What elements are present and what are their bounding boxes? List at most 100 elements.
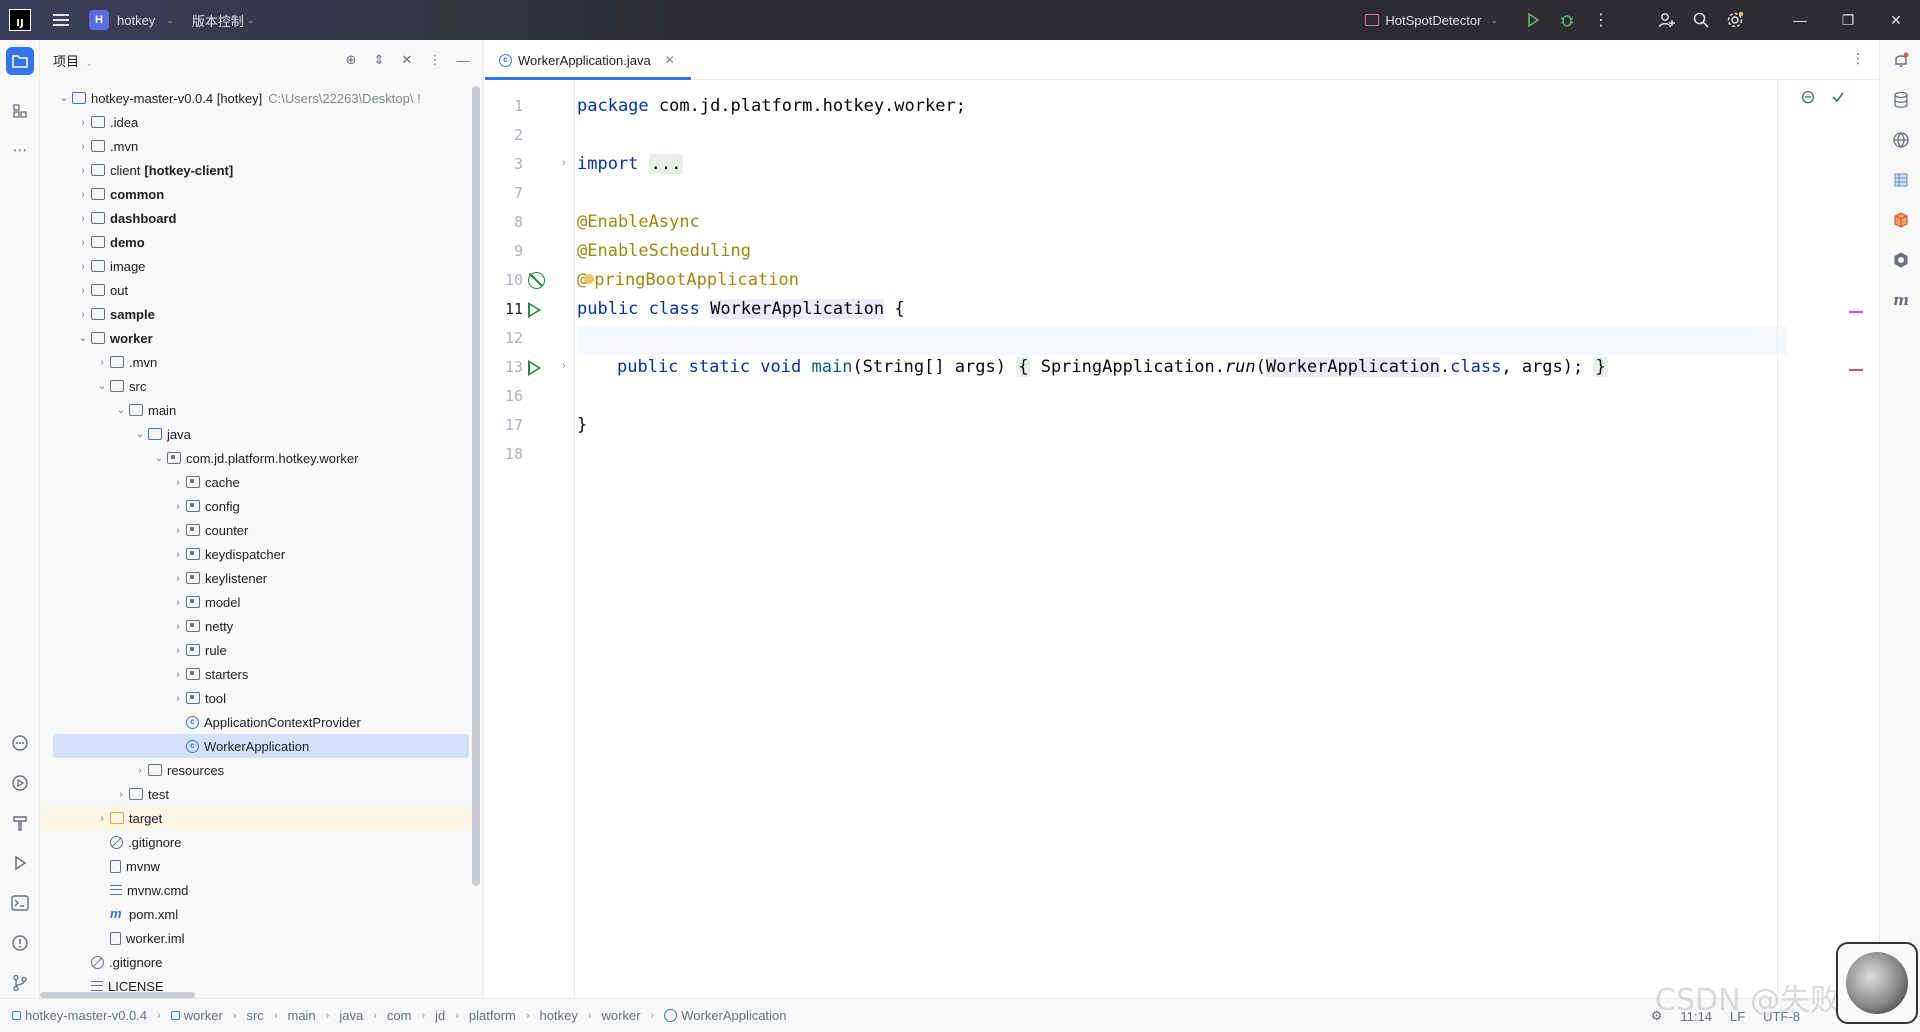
tree-item[interactable]: › netty bbox=[40, 614, 472, 638]
tree-item[interactable]: › keydispatcher bbox=[40, 542, 472, 566]
structure-tool-button[interactable] bbox=[6, 97, 34, 125]
chevron-right-icon[interactable]: › bbox=[170, 525, 186, 536]
breadcrumb-item[interactable]: src bbox=[246, 1008, 263, 1023]
breadcrumb-item[interactable]: jd bbox=[435, 1008, 445, 1023]
tree-item[interactable]: ⌄ java bbox=[40, 422, 472, 446]
tree-item[interactable]: › client [hotkey-client] bbox=[40, 158, 472, 182]
build-tool-button[interactable] bbox=[6, 809, 34, 837]
scrollbar-marker[interactable] bbox=[1849, 369, 1863, 371]
breadcrumb-item[interactable]: java bbox=[339, 1008, 363, 1023]
file-encoding[interactable]: UTF-8 bbox=[1763, 1009, 1800, 1024]
tree-item[interactable]: › out bbox=[40, 278, 472, 302]
tree-vertical-scrollbar[interactable] bbox=[472, 86, 480, 886]
breadcrumb-item[interactable]: com bbox=[387, 1008, 412, 1023]
chevron-right-icon[interactable]: › bbox=[75, 237, 91, 248]
tree-item[interactable]: ⌄ worker bbox=[40, 326, 472, 350]
chevron-down-icon[interactable]: ⌄ bbox=[113, 405, 129, 416]
tree-item[interactable]: mvnw.cmd bbox=[40, 878, 472, 902]
services-tool-button[interactable] bbox=[6, 769, 34, 797]
project-view-selector[interactable]: 项目 ⌄ bbox=[53, 51, 93, 70]
more-actions-button[interactable]: ⋮ bbox=[1584, 3, 1618, 37]
chevron-right-icon[interactable]: › bbox=[132, 765, 148, 776]
tree-item[interactable]: › dashboard bbox=[40, 206, 472, 230]
analysis-ok-widget[interactable] bbox=[1831, 90, 1845, 107]
chevron-right-icon[interactable]: › bbox=[94, 813, 110, 824]
chevron-right-icon[interactable]: › bbox=[113, 789, 129, 800]
tree-item[interactable]: worker.iml bbox=[40, 926, 472, 950]
spring-bean-gutter-icon[interactable] bbox=[528, 272, 545, 289]
fold-expand-icon[interactable]: › bbox=[562, 157, 566, 169]
chevron-down-icon[interactable]: ⌄ bbox=[132, 429, 148, 440]
breadcrumb-item[interactable]: worker bbox=[602, 1008, 641, 1023]
tree-item[interactable]: › test bbox=[40, 782, 472, 806]
chevron-right-icon[interactable]: › bbox=[75, 309, 91, 320]
expand-all-button[interactable]: ⇕ bbox=[367, 48, 391, 72]
project-tool-button[interactable] bbox=[6, 47, 34, 75]
tree-item[interactable]: mvnw bbox=[40, 854, 472, 878]
floating-avatar-widget[interactable] bbox=[1836, 942, 1918, 1024]
tree-item[interactable]: › keylistener bbox=[40, 566, 472, 590]
tab-options-button[interactable]: ⋮ bbox=[1851, 50, 1865, 67]
run-main-gutter-icon[interactable] bbox=[528, 360, 541, 376]
breadcrumb-item[interactable]: main bbox=[287, 1008, 315, 1023]
tree-item[interactable]: m pom.xml bbox=[40, 902, 472, 926]
main-menu-button[interactable] bbox=[47, 6, 75, 34]
chevron-right-icon[interactable]: › bbox=[75, 117, 91, 128]
chevron-down-icon[interactable]: ⌄ bbox=[56, 93, 72, 104]
chevron-right-icon[interactable]: › bbox=[170, 501, 186, 512]
breadcrumb-item[interactable]: hotkey-master-v0.0.4 bbox=[12, 1008, 147, 1023]
chevron-right-icon[interactable]: › bbox=[170, 645, 186, 656]
search-everywhere-button[interactable] bbox=[1684, 3, 1718, 37]
tree-item[interactable]: › demo bbox=[40, 230, 472, 254]
notifications-button[interactable] bbox=[1887, 46, 1915, 74]
tree-item[interactable]: ⌄ com.jd.platform.hotkey.worker bbox=[40, 446, 472, 470]
folded-block-open[interactable]: { bbox=[1016, 357, 1031, 377]
panel-options-button[interactable]: ⋮ bbox=[423, 48, 447, 72]
tree-item[interactable]: .gitignore bbox=[40, 830, 472, 854]
intention-bulb-icon[interactable] bbox=[584, 274, 595, 284]
vcs-menu[interactable]: 版本控制 ⌄ bbox=[192, 11, 255, 30]
chevron-right-icon[interactable]: › bbox=[94, 357, 110, 368]
chevron-right-icon[interactable]: › bbox=[75, 213, 91, 224]
tree-item[interactable]: ⌄ hotkey-master-v0.0.4 [hotkey] C:\Users\2… bbox=[40, 86, 472, 110]
chevron-right-icon[interactable]: › bbox=[75, 189, 91, 200]
tree-item[interactable]: c WorkerApplication bbox=[53, 734, 469, 758]
tab-worker-application[interactable]: c WorkerApplication.java ✕ bbox=[485, 40, 689, 80]
restore-button[interactable]: ❐ bbox=[1824, 0, 1872, 40]
commit-tool-button[interactable] bbox=[6, 729, 34, 757]
chevron-right-icon[interactable]: › bbox=[170, 621, 186, 632]
chevron-right-icon[interactable]: › bbox=[170, 693, 186, 704]
tree-item[interactable]: › target bbox=[40, 806, 472, 830]
inspection-widget[interactable] bbox=[1801, 90, 1815, 107]
problems-tool-button[interactable] bbox=[6, 929, 34, 957]
chevron-right-icon[interactable]: › bbox=[170, 477, 186, 488]
code-with-me-button[interactable] bbox=[1650, 3, 1684, 37]
run-class-gutter-icon[interactable] bbox=[528, 302, 541, 318]
project-selector[interactable]: H hotkey ⌄ bbox=[89, 10, 174, 30]
chevron-right-icon[interactable]: › bbox=[75, 261, 91, 272]
tree-item[interactable]: › starters bbox=[40, 662, 472, 686]
chevron-right-icon[interactable]: › bbox=[170, 597, 186, 608]
tree-item[interactable]: ⌄ main bbox=[40, 398, 472, 422]
tree-item[interactable]: › rule bbox=[40, 638, 472, 662]
vcs-status-icon[interactable]: ⚙ bbox=[1651, 1008, 1663, 1024]
terminal-tool-button[interactable] bbox=[6, 889, 34, 917]
maven-tool-button[interactable]: m bbox=[1887, 286, 1915, 314]
run-config-selector[interactable]: HotSpotDetector ⌄ bbox=[1365, 13, 1498, 28]
tree-item[interactable]: › cache bbox=[40, 470, 472, 494]
tree-item[interactable]: › counter bbox=[40, 518, 472, 542]
folded-imports[interactable]: ... bbox=[648, 154, 684, 174]
chevron-right-icon[interactable]: › bbox=[170, 549, 186, 560]
locate-file-button[interactable]: ⊕ bbox=[339, 48, 363, 72]
chevron-right-icon[interactable]: › bbox=[75, 141, 91, 152]
chevron-down-icon[interactable]: ⌄ bbox=[75, 333, 91, 344]
sciview-tool-button[interactable] bbox=[1887, 166, 1915, 194]
cursor-position[interactable]: 11:14 bbox=[1680, 1009, 1712, 1024]
tree-item[interactable]: › .mvn bbox=[40, 350, 472, 374]
close-window-button[interactable]: ✕ bbox=[1872, 0, 1920, 40]
tree-item[interactable]: › .idea bbox=[40, 110, 472, 134]
tree-item[interactable]: › image bbox=[40, 254, 472, 278]
minimize-button[interactable]: — bbox=[1776, 0, 1824, 40]
tree-item[interactable]: › .mvn bbox=[40, 134, 472, 158]
tree-item[interactable]: ⌄ src bbox=[40, 374, 472, 398]
